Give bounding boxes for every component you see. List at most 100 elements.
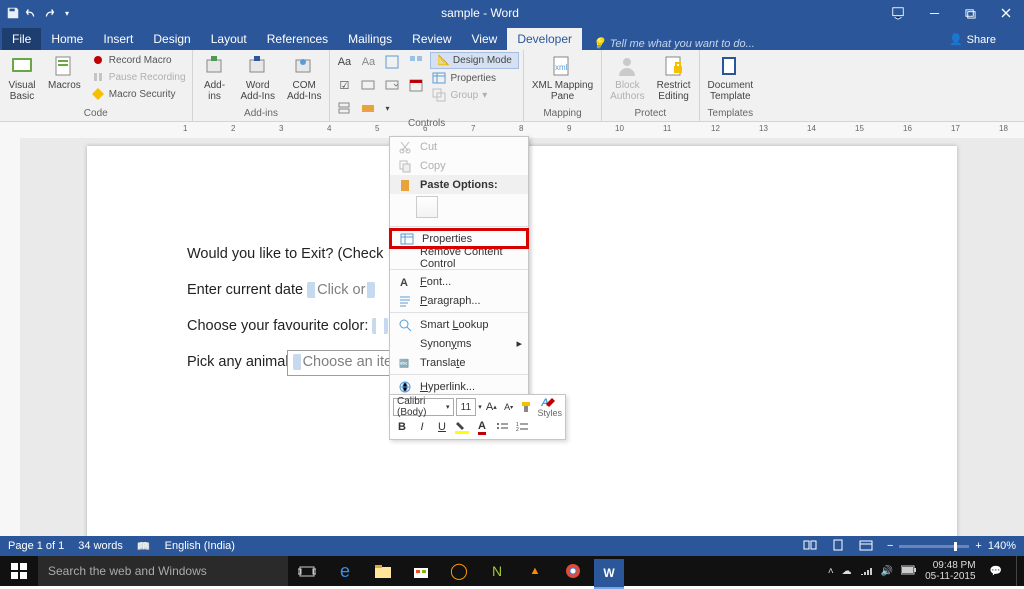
tab-design[interactable]: Design: [143, 28, 200, 50]
legacy-tools-dropdown-icon[interactable]: ▾: [382, 98, 392, 118]
zoom-control[interactable]: − + 140%: [887, 540, 1016, 552]
com-addins-button[interactable]: COM Add-Ins: [283, 52, 325, 104]
taskbar-word-icon[interactable]: W: [594, 559, 624, 589]
group-mapping-label: Mapping: [528, 108, 597, 121]
plain-text-control-icon[interactable]: Aa: [358, 52, 378, 72]
word-addins-button[interactable]: Word Add-Ins: [237, 52, 279, 104]
ctx-paste-options-header: Paste Options:: [390, 175, 528, 194]
ctx-translate[interactable]: 🔤Translate: [390, 353, 528, 372]
close-button[interactable]: [988, 0, 1024, 26]
tab-mailings[interactable]: Mailings: [338, 28, 402, 50]
ribbon-options-icon[interactable]: [880, 0, 916, 26]
properties-button[interactable]: Properties: [430, 70, 518, 86]
view-web-icon[interactable]: [859, 538, 873, 555]
addins-button[interactable]: Add- ins: [197, 52, 233, 104]
qat-customize-icon[interactable]: ▾: [60, 6, 74, 20]
building-block-control-icon[interactable]: [406, 52, 426, 72]
zoom-value[interactable]: 140%: [988, 540, 1016, 552]
shrink-font-icon[interactable]: A▾: [501, 398, 516, 416]
repeating-control-icon[interactable]: [334, 98, 354, 118]
grow-font-icon[interactable]: A▴: [484, 398, 499, 416]
design-mode-button[interactable]: 📐 Design Mode: [430, 52, 518, 69]
bold-icon[interactable]: B: [393, 418, 411, 436]
taskbar-search[interactable]: Search the web and Windows: [38, 556, 288, 586]
share-button[interactable]: 👤 Share: [941, 29, 1004, 50]
tab-review[interactable]: Review: [402, 28, 461, 50]
document-template-button[interactable]: Document Template: [704, 52, 758, 104]
tell-me-box[interactable]: 💡 Tell me what you want to do...: [592, 37, 755, 50]
vertical-ruler[interactable]: [0, 138, 20, 536]
picture-control-icon[interactable]: [382, 52, 402, 72]
tray-notifications-icon[interactable]: 💬: [990, 566, 1002, 577]
show-desktop-button[interactable]: [1016, 556, 1020, 586]
rich-text-control-icon[interactable]: Aa: [334, 52, 354, 72]
tab-file[interactable]: File: [2, 28, 41, 50]
macro-security-button[interactable]: Macro Security: [89, 86, 188, 102]
status-page[interactable]: Page 1 of 1: [8, 540, 64, 552]
zoom-in-icon[interactable]: +: [975, 540, 981, 552]
tab-layout[interactable]: Layout: [201, 28, 257, 50]
save-icon[interactable]: [6, 6, 20, 20]
taskbar-store-icon[interactable]: [402, 556, 440, 586]
tab-developer[interactable]: Developer: [507, 28, 582, 50]
taskbar-chrome-icon[interactable]: [554, 556, 592, 586]
ctx-paste-option-keep[interactable]: [390, 194, 528, 224]
undo-icon[interactable]: [24, 6, 38, 20]
tab-insert[interactable]: Insert: [93, 28, 143, 50]
date-content-control[interactable]: Click or: [307, 282, 375, 298]
visual-basic-button[interactable]: Visual Basic: [4, 52, 40, 104]
tab-home[interactable]: Home: [41, 28, 93, 50]
italic-icon[interactable]: I: [413, 418, 431, 436]
start-button[interactable]: [0, 556, 38, 586]
tray-clock[interactable]: 09:48 PM05-11-2015: [925, 560, 975, 582]
tray-network-icon[interactable]: [860, 563, 873, 579]
ctx-properties[interactable]: Properties: [390, 229, 528, 248]
taskbar-vlc-icon[interactable]: ▲: [516, 556, 554, 586]
ctx-font[interactable]: AFFont...ont...: [390, 272, 528, 291]
taskbar-explorer-icon[interactable]: [364, 556, 402, 586]
task-view-icon[interactable]: [288, 556, 326, 586]
font-color-icon[interactable]: A: [473, 418, 491, 436]
underline-icon[interactable]: U: [433, 418, 451, 436]
checkbox-control-icon[interactable]: ☑: [334, 75, 354, 95]
restrict-editing-button[interactable]: Restrict Editing: [653, 52, 695, 104]
xml-mapping-button[interactable]: xmlXML Mapping Pane: [528, 52, 597, 104]
tray-onedrive-icon[interactable]: ☁: [842, 566, 852, 577]
ctx-paragraph[interactable]: Paragraph...: [390, 291, 528, 310]
tray-show-hidden-icon[interactable]: ˄: [828, 566, 834, 577]
font-name-combo[interactable]: Calibri (Body)▾: [393, 398, 454, 416]
maximize-button[interactable]: [952, 0, 988, 26]
taskbar-edge-icon[interactable]: e: [326, 556, 364, 586]
redo-icon[interactable]: [42, 6, 56, 20]
highlight-icon[interactable]: [453, 418, 471, 436]
zoom-out-icon[interactable]: −: [887, 540, 893, 552]
numbering-icon[interactable]: 12: [513, 418, 531, 436]
minimize-button[interactable]: [916, 0, 952, 26]
legacy-tools-icon[interactable]: [358, 98, 378, 118]
tab-references[interactable]: References: [257, 28, 338, 50]
ctx-smart-lookup[interactable]: Smart Lookup: [390, 315, 528, 334]
ctx-remove-content-control[interactable]: Remove Content Control: [390, 248, 528, 267]
macros-button[interactable]: Macros: [44, 52, 85, 93]
record-macro-button[interactable]: Record Macro: [89, 52, 188, 68]
bullets-icon[interactable]: [493, 418, 511, 436]
taskbar-notepadpp-icon[interactable]: N: [478, 556, 516, 586]
controls-row3: ▾: [334, 98, 426, 118]
tab-view[interactable]: View: [462, 28, 508, 50]
tray-volume-icon[interactable]: 🔊: [881, 566, 893, 577]
format-painter-icon[interactable]: [518, 398, 533, 416]
styles-icon[interactable]: A: [541, 396, 559, 408]
window-title: sample - Word: [80, 6, 880, 20]
status-words[interactable]: 34 words: [78, 540, 123, 552]
status-language[interactable]: English (India): [165, 540, 235, 552]
color-content-control[interactable]: [372, 318, 388, 334]
taskbar-firefox-icon[interactable]: ◯: [440, 556, 478, 586]
date-picker-control-icon[interactable]: [406, 75, 426, 95]
combobox-control-icon[interactable]: [358, 75, 378, 95]
ctx-synonyms[interactable]: Synonyms▸: [390, 334, 528, 353]
dropdown-control-icon[interactable]: [382, 75, 402, 95]
view-print-icon[interactable]: [831, 538, 845, 555]
spellcheck-icon[interactable]: 📖: [137, 540, 151, 553]
view-read-icon[interactable]: [803, 538, 817, 555]
font-size-combo[interactable]: 11: [456, 398, 477, 416]
